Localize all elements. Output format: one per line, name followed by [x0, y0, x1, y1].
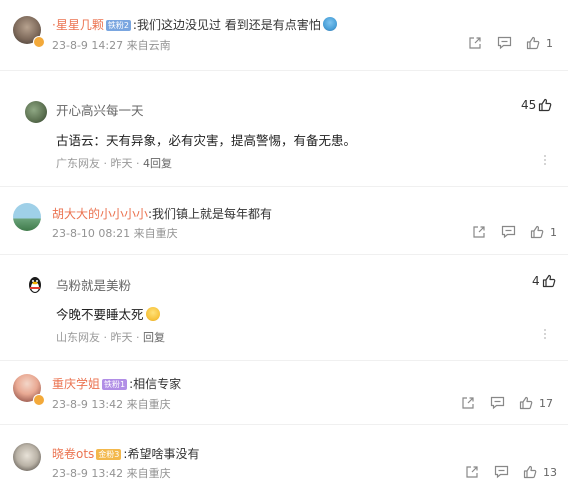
thumbs-up-icon: [542, 274, 555, 288]
comment-date: 23-8-9 13:42: [52, 467, 124, 480]
comment-username[interactable]: 晓卷ots: [52, 447, 94, 461]
comment-button[interactable]: [501, 224, 516, 240]
divider: [0, 186, 568, 187]
comment-username[interactable]: ·星星几颗: [52, 18, 104, 32]
reply-count-link[interactable]: 4回复: [143, 157, 172, 170]
like-count: 45: [521, 98, 537, 112]
reply-region: 山东网友: [56, 331, 100, 344]
reply-username[interactable]: 乌粉就是美粉: [56, 275, 131, 294]
comment-username[interactable]: 胡大大的小小小小: [52, 207, 148, 221]
reply-link[interactable]: 回复: [143, 331, 165, 344]
comment-icon: [494, 465, 509, 479]
fan-level-badge: 金粉3: [96, 449, 122, 460]
comment-meta: 23-8-9 13:42 来自重庆: [52, 465, 171, 481]
divider: [0, 360, 568, 361]
comment-header: 晓卷ots 金粉3:希望啥事没有: [52, 443, 199, 462]
comment-icon: [490, 396, 505, 410]
comment-meta: 23-8-10 08:21 来自重庆: [52, 225, 178, 241]
reply-username[interactable]: 开心高兴每一天: [56, 100, 144, 119]
comment-location: 来自重庆: [126, 398, 171, 411]
verified-badge-icon: [33, 36, 45, 48]
comment-button[interactable]: [497, 35, 512, 51]
comment-location: 来自重庆: [126, 467, 171, 480]
share-button[interactable]: [472, 224, 486, 240]
like-button[interactable]: 1: [526, 35, 553, 51]
share-button[interactable]: [465, 464, 479, 480]
like-count: 17: [539, 396, 553, 410]
avatar[interactable]: [25, 101, 47, 123]
reply-meta: 广东网友 · 昨天 · 4回复: [56, 157, 172, 170]
comment-date: 23-8-10 08:21: [52, 227, 131, 240]
reply-text-row: 今晚不要睡太死: [56, 304, 160, 323]
grinning-emoji-icon: [145, 307, 160, 321]
comment-button[interactable]: [494, 464, 509, 480]
thumbs-up-icon: [526, 36, 540, 50]
thumbs-up-icon: [523, 465, 537, 479]
fan-level-badge: 铁粉2: [105, 20, 131, 31]
comment-date: 23-8-9 13:42: [52, 398, 124, 411]
divider: [0, 424, 568, 425]
comment-icon: [497, 36, 512, 50]
fearful-emoji-icon: [322, 17, 337, 31]
thumbs-up-icon: [539, 98, 552, 112]
comment-icon: [501, 225, 516, 239]
thumbs-up-icon: [519, 396, 533, 410]
share-icon: [462, 397, 474, 409]
avatar[interactable]: [13, 443, 41, 471]
comment-text: :我们这边没见过 看到还是有点害怕: [132, 18, 321, 32]
share-icon: [469, 37, 481, 49]
comment-text: :相信专家: [129, 377, 182, 391]
comment-header: ·星星几颗 铁粉2:我们这边没见过 看到还是有点害怕: [52, 14, 337, 33]
reply-time: 昨天: [110, 331, 133, 344]
comment-text: :我们镇上就是每年都有: [148, 207, 273, 221]
like-count: 1: [546, 36, 553, 50]
like-count: 1: [550, 225, 557, 239]
thumbs-up-icon: [530, 225, 544, 239]
divider: [0, 70, 568, 71]
more-options-icon[interactable]: [544, 155, 547, 167]
qq-penguin-avatar[interactable]: [25, 275, 45, 295]
reply-time: 昨天: [110, 157, 133, 170]
comment-header: 重庆学姐 铁粉1:相信专家: [52, 373, 181, 392]
comment-location: 来自云南: [126, 39, 171, 52]
reply-like-button[interactable]: 45: [521, 98, 552, 112]
like-count: 4: [532, 274, 540, 288]
like-count: 13: [543, 465, 557, 479]
like-button[interactable]: 1: [530, 224, 557, 240]
reply-region: 广东网友: [56, 157, 100, 170]
share-button[interactable]: [468, 35, 482, 51]
comment-username[interactable]: 重庆学姐: [52, 377, 100, 391]
more-options-icon[interactable]: [544, 329, 547, 341]
comment-meta: 23-8-9 13:42 来自重庆: [52, 396, 171, 412]
verified-badge-icon: [33, 394, 45, 406]
comment-button[interactable]: [490, 395, 505, 411]
reply-text: 今晚不要睡太死: [56, 307, 144, 322]
share-icon: [473, 226, 485, 238]
reply-like-button[interactable]: 4: [532, 274, 556, 288]
comment-header: 胡大大的小小小小:我们镇上就是每年都有: [52, 203, 272, 222]
fan-level-badge: 铁粉1: [102, 379, 128, 390]
like-button[interactable]: 13: [523, 464, 557, 480]
avatar[interactable]: [13, 203, 41, 231]
share-icon: [466, 466, 478, 478]
reply-text: 古语云：天有异象，必有灾害，提高警惕，有备无患。: [56, 133, 357, 148]
reply-meta: 山东网友 · 昨天 · 回复: [56, 331, 165, 344]
comment-text: :希望啥事没有: [123, 447, 200, 461]
comment-date: 23-8-9 14:27: [52, 39, 124, 52]
share-button[interactable]: [461, 395, 475, 411]
comment-location: 来自重庆: [133, 227, 178, 240]
like-button[interactable]: 17: [519, 395, 553, 411]
comment-meta: 23-8-9 14:27 来自云南: [52, 37, 171, 53]
divider: [0, 254, 568, 255]
